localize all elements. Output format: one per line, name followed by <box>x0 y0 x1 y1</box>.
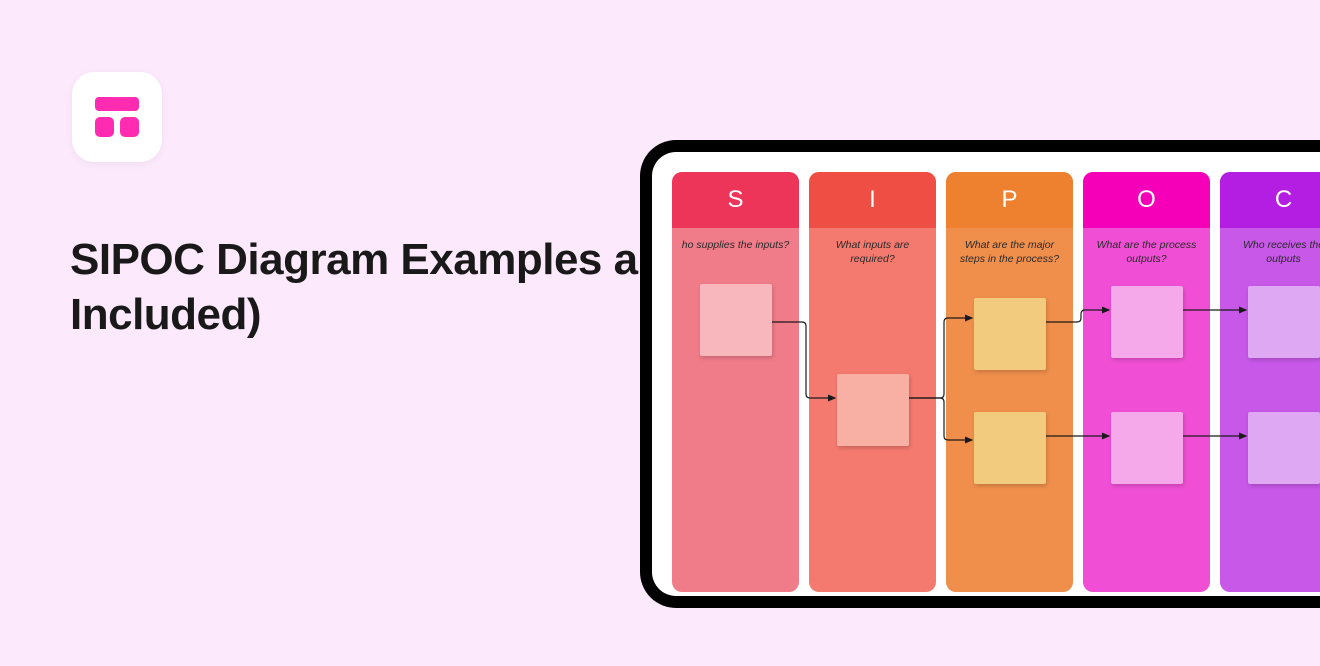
column-question-p: What are the major steps in the process? <box>946 228 1073 280</box>
column-header-s: S <box>672 172 799 228</box>
device-frame: S ho supplies the inputs? I What inputs … <box>640 140 1320 608</box>
column-process: P What are the major steps in the proces… <box>946 172 1073 592</box>
column-question-i: What inputs are required? <box>809 228 936 280</box>
column-customers: C Who receives the outputs <box>1220 172 1320 592</box>
logo-icon <box>95 97 139 137</box>
column-inputs: I What inputs are required? <box>809 172 936 592</box>
column-question-o: What are the process outputs? <box>1083 228 1210 280</box>
sipoc-diagram: S ho supplies the inputs? I What inputs … <box>672 172 1320 592</box>
sticky-note <box>700 284 772 356</box>
column-suppliers: S ho supplies the inputs? <box>672 172 799 592</box>
sticky-note <box>1248 412 1320 484</box>
sticky-note <box>974 298 1046 370</box>
sticky-note <box>974 412 1046 484</box>
column-outputs: O What are the process outputs? <box>1083 172 1210 592</box>
sticky-note <box>1111 412 1183 484</box>
sticky-note <box>1248 286 1320 358</box>
column-question-s: ho supplies the inputs? <box>672 228 799 266</box>
column-header-c: C <box>1220 172 1320 228</box>
sticky-note <box>1111 286 1183 358</box>
column-question-c: Who receives the outputs <box>1220 228 1320 280</box>
sticky-note <box>837 374 909 446</box>
column-header-o: O <box>1083 172 1210 228</box>
column-header-i: I <box>809 172 936 228</box>
column-header-p: P <box>946 172 1073 228</box>
logo-badge <box>72 72 162 162</box>
